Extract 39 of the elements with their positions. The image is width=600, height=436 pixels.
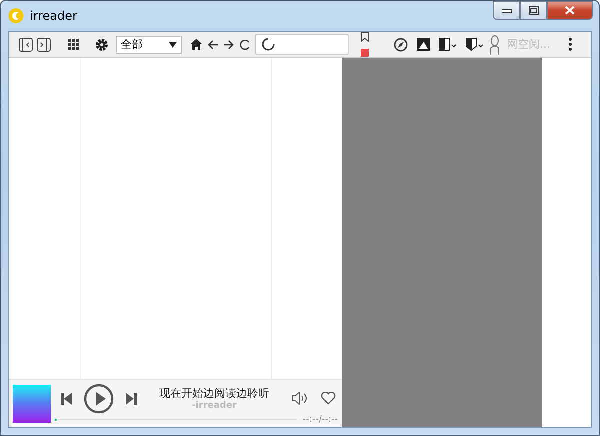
record-indicator-icon (361, 49, 369, 57)
track-artist: -irreader (192, 401, 237, 411)
skip-back-icon (61, 392, 72, 404)
window-title: irreader (30, 9, 78, 23)
bookmark-icon (361, 32, 369, 42)
loading-spinner-icon (262, 38, 275, 51)
address-field[interactable] (255, 34, 349, 55)
avatar-silhouette-icon (490, 34, 500, 54)
grid-icon (68, 39, 79, 50)
album-art (13, 384, 51, 422)
more-vertical-icon (568, 38, 572, 51)
track-time: --:--/--:-- (302, 414, 338, 424)
image-button[interactable] (414, 36, 433, 54)
minimize-button[interactable] (493, 1, 520, 20)
collapse-left-button[interactable] (17, 36, 35, 54)
minimize-icon (502, 8, 512, 12)
compass-icon (394, 38, 408, 52)
image-icon (417, 38, 430, 51)
maximize-button[interactable] (520, 1, 547, 20)
collapse-right-button[interactable] (35, 36, 53, 54)
panel-right-icon (37, 38, 51, 52)
forward-arrow-icon (224, 40, 234, 50)
panel-left-icon (19, 38, 33, 52)
app-logo-icon (8, 8, 24, 24)
settings-icon (95, 38, 109, 52)
close-button[interactable] (547, 1, 593, 20)
dropdown-caret-icon (169, 42, 177, 48)
heart-icon (321, 392, 336, 405)
shield-caret-icon (466, 38, 484, 51)
skip-forward-icon (126, 392, 137, 404)
maximize-icon (528, 6, 538, 15)
filter-select[interactable]: 全部 (116, 36, 182, 54)
reload-icon (240, 40, 250, 50)
speaker-icon (292, 392, 309, 405)
home-icon (191, 39, 202, 50)
half-square-caret-icon (439, 38, 457, 51)
track-title: 现在开始边阅读边聆听 (160, 386, 270, 401)
close-icon (565, 6, 575, 15)
back-arrow-icon (208, 40, 218, 50)
